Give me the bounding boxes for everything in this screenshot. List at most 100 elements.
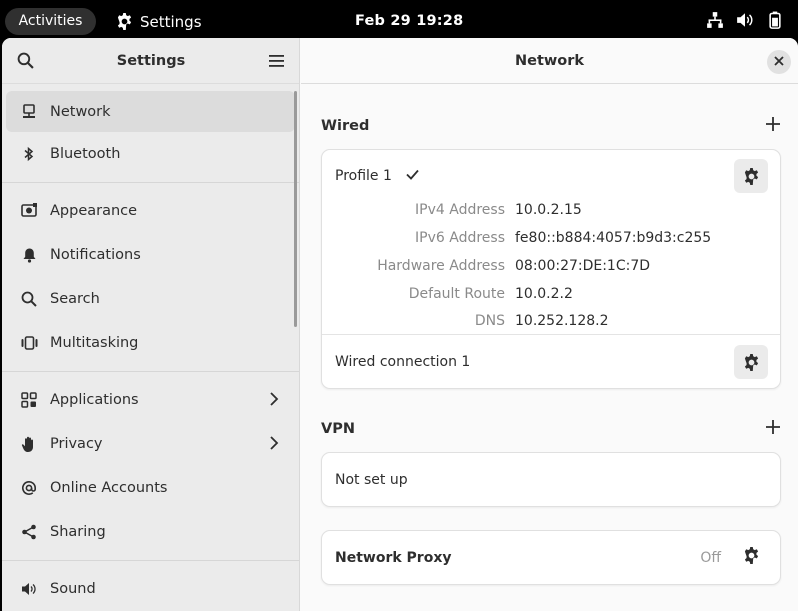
gear-icon <box>116 13 133 30</box>
wired-card: Profile 1 IPv4 Address 10.0.2.15 IPv6 Ad… <box>321 149 781 389</box>
sidebar-item-sound[interactable]: Sound <box>2 567 299 611</box>
network-wired-icon <box>706 11 724 29</box>
detail-label: DNS <box>474 313 505 329</box>
sidebar-item-online-accounts[interactable]: Online Accounts <box>2 466 299 510</box>
gear-icon <box>744 167 758 185</box>
proxy-card[interactable]: Network Proxy Off <box>321 530 781 585</box>
sidebar-item-label: Multitasking <box>50 335 139 351</box>
sidebar-item-label: Network <box>50 103 111 120</box>
vpn-row: Not set up <box>322 453 780 506</box>
activities-button[interactable]: Activities <box>5 8 96 35</box>
main-panel: Network Wired Profile 1 IPv4 Address 10.… <box>301 38 798 611</box>
add-vpn-button[interactable] <box>765 419 781 439</box>
chevron-right-icon <box>269 391 279 411</box>
hamburger-menu-icon[interactable] <box>267 51 287 71</box>
vpn-card: Not set up <box>321 452 781 507</box>
clock[interactable]: Feb 29 19:28 <box>355 8 463 35</box>
sidebar-item-bluetooth[interactable]: Bluetooth <box>2 132 299 176</box>
checkmark-icon <box>406 168 419 184</box>
at-icon <box>20 479 38 497</box>
sidebar-item-label: Online Accounts <box>50 480 168 496</box>
volume-icon <box>736 11 754 29</box>
profile-name: Profile 1 <box>335 168 392 184</box>
sidebar-item-label: Search <box>50 291 100 307</box>
gear-icon <box>744 547 759 564</box>
sidebar-item-label: Sharing <box>50 524 106 540</box>
vpn-section-title: VPN <box>321 421 355 437</box>
detail-label: IPv4 Address <box>415 202 505 218</box>
vpn-section-header: VPN <box>321 417 781 441</box>
sidebar-item-label: Notifications <box>50 247 141 263</box>
sidebar-separator <box>2 182 299 183</box>
app-menu[interactable]: Settings <box>116 8 202 35</box>
battery-icon <box>766 11 784 29</box>
detail-row-route: Default Route 10.0.2.2 <box>322 280 780 308</box>
main-header: Network <box>301 38 798 84</box>
proxy-settings-button[interactable] <box>743 547 760 568</box>
system-status-area[interactable] <box>706 11 784 29</box>
appearance-icon <box>20 202 38 220</box>
sidebar-item-applications[interactable]: Applications <box>2 378 299 422</box>
sidebar-header: Settings <box>2 38 299 84</box>
proxy-status: Off <box>700 549 721 566</box>
detail-label: Hardware Address <box>377 258 505 274</box>
detail-value: 10.252.128.2 <box>515 313 609 329</box>
detail-row-hardware: Hardware Address 08:00:27:DE:1C:7D <box>322 252 780 280</box>
add-wired-button[interactable] <box>765 116 781 136</box>
profile-row[interactable]: Profile 1 <box>322 150 780 202</box>
sidebar-item-multitasking[interactable]: Multitasking <box>2 321 299 365</box>
hand-icon <box>20 435 38 453</box>
share-icon <box>20 523 38 541</box>
sidebar-item-privacy[interactable]: Privacy <box>2 422 299 466</box>
sidebar-item-search[interactable]: Search <box>2 277 299 321</box>
close-icon <box>774 54 784 70</box>
app-name: Settings <box>140 12 202 31</box>
plus-icon <box>766 117 780 131</box>
sidebar-scrollbar[interactable] <box>294 91 297 327</box>
settings-window: Settings Network Bluetooth Appearance No… <box>2 38 798 611</box>
detail-row-ipv4: IPv4 Address 10.0.2.15 <box>322 196 780 224</box>
detail-value: 10.0.2.15 <box>515 202 582 218</box>
wired-connection-row[interactable]: Wired connection 1 <box>322 335 780 389</box>
gear-icon <box>744 353 758 371</box>
sidebar-separator <box>2 371 299 372</box>
detail-value: 10.0.2.2 <box>515 286 573 302</box>
wired-section-header: Wired <box>321 114 781 138</box>
detail-row-dns: DNS 10.252.128.2 <box>322 308 780 334</box>
network-icon <box>20 103 38 121</box>
sidebar-item-network[interactable]: Network <box>6 91 295 132</box>
bluetooth-icon <box>20 145 38 163</box>
sidebar-item-label: Sound <box>50 581 96 597</box>
multitasking-icon <box>20 334 38 352</box>
wired-section-title: Wired <box>321 118 370 134</box>
sidebar-list: Network Bluetooth Appearance Notificatio <box>2 85 299 611</box>
search-icon[interactable] <box>15 51 35 71</box>
sidebar-item-notifications[interactable]: Notifications <box>2 233 299 277</box>
profile-details: IPv4 Address 10.0.2.15 IPv6 Address fe80… <box>322 196 780 334</box>
search-icon <box>20 290 38 308</box>
top-bar: Activities Settings Feb 29 19:28 <box>0 0 798 42</box>
vpn-status: Not set up <box>335 471 408 488</box>
plus-icon <box>766 420 780 434</box>
chevron-right-icon <box>269 435 279 455</box>
sidebar-item-sharing[interactable]: Sharing <box>2 510 299 554</box>
proxy-row[interactable]: Network Proxy Off <box>322 531 780 584</box>
page-title: Network <box>514 52 585 69</box>
sidebar-title: Settings <box>116 52 186 69</box>
close-button[interactable] <box>767 50 791 74</box>
grid-icon <box>20 391 38 409</box>
sidebar-item-appearance[interactable]: Appearance <box>2 189 299 233</box>
detail-label: IPv6 Address <box>415 230 505 246</box>
profile-settings-button[interactable] <box>734 159 768 193</box>
sidebar: Settings Network Bluetooth Appearance No… <box>2 38 300 611</box>
sidebar-item-label: Bluetooth <box>50 146 121 162</box>
connection-name: Wired connection 1 <box>335 354 471 370</box>
detail-row-ipv6: IPv6 Address fe80::b884:4057:b9d3:c255 <box>322 224 780 252</box>
connection-settings-button[interactable] <box>734 345 768 379</box>
detail-value: fe80::b884:4057:b9d3:c255 <box>515 230 712 246</box>
sidebar-item-label: Privacy <box>50 436 103 452</box>
detail-value: 08:00:27:DE:1C:7D <box>515 258 651 274</box>
sidebar-item-label: Applications <box>50 392 139 408</box>
speaker-icon <box>20 580 38 598</box>
proxy-title: Network Proxy <box>335 549 452 566</box>
